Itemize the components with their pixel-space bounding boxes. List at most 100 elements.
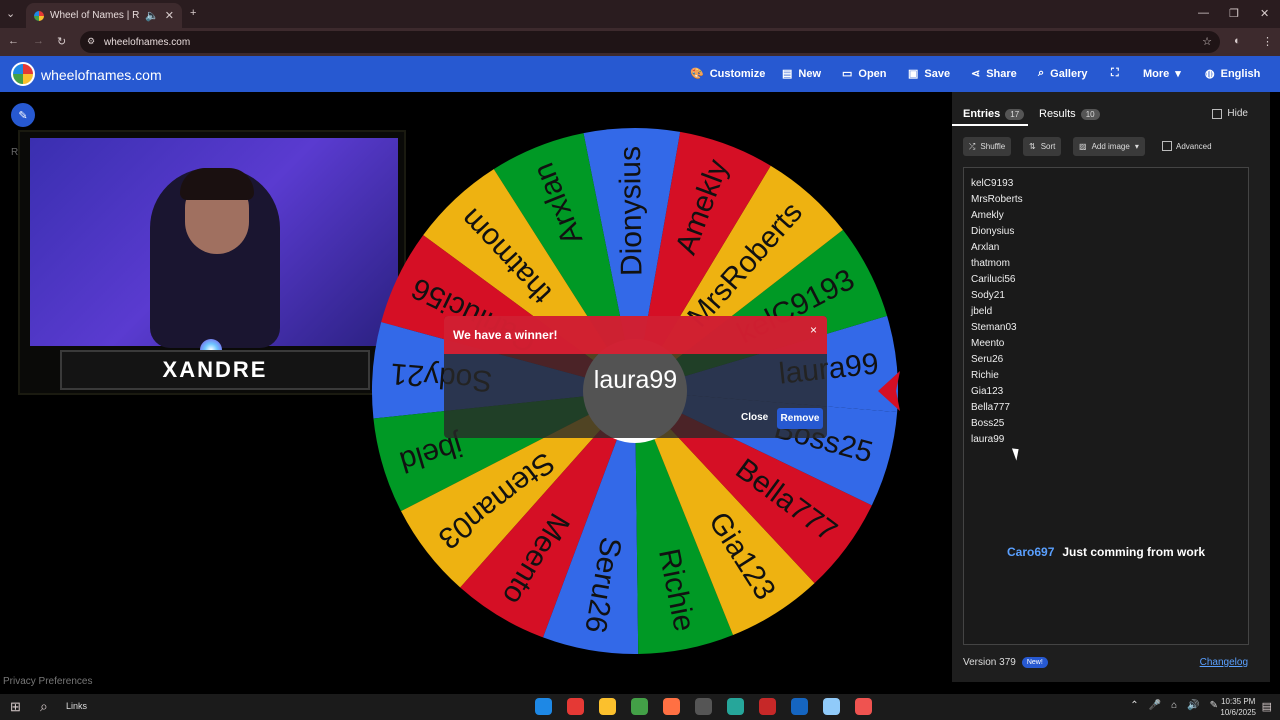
close-button[interactable]: Close — [741, 412, 768, 423]
microphone-icon[interactable]: 🎤 — [1149, 700, 1161, 711]
winner-dialog: We have a winner! × laura99 Close Remove — [444, 316, 827, 438]
nav-open[interactable]: ▭ Open — [842, 67, 887, 81]
entry-line: Bella777 — [971, 402, 1010, 413]
reload-icon[interactable]: ↻ — [57, 35, 66, 48]
sort-button[interactable]: ⇅ Sort — [1023, 137, 1062, 156]
edit-button[interactable]: ✎ — [11, 103, 35, 127]
new-badge: New! — [1021, 657, 1048, 668]
entry-line: Seru26 — [971, 354, 1004, 365]
taskbar-app-icon[interactable] — [727, 698, 744, 715]
nav-label: More — [1143, 67, 1170, 80]
site-name[interactable]: wheelofnames.com — [41, 67, 162, 83]
globe-icon: ◍ — [1205, 68, 1215, 80]
taskbar-app-icon[interactable] — [791, 698, 808, 715]
new-tab-icon[interactable]: + — [190, 7, 196, 19]
pencil-icon: ✎ — [18, 109, 28, 122]
winner-dialog-title: We have a winner! — [453, 328, 558, 342]
taskbar-app-icon[interactable] — [535, 698, 552, 715]
nav-language[interactable]: ◍ English — [1205, 67, 1261, 81]
add-image-button[interactable]: ▨ Add image ▾ — [1073, 137, 1145, 156]
fullscreen-button[interactable]: ⛶ — [1111, 67, 1119, 80]
minimize-icon[interactable]: — — [1198, 7, 1209, 19]
network-icon[interactable]: ⌂ — [1171, 700, 1177, 711]
nav-new[interactable]: ▤ New — [782, 67, 821, 81]
tab-search-icon[interactable]: ⌄ — [6, 7, 15, 20]
share-icon: ⋖ — [971, 68, 981, 80]
tab-entries[interactable]: Entries 17 — [963, 108, 1025, 120]
taskbar-app-icon[interactable] — [855, 698, 872, 715]
nav-label: Share — [986, 67, 1017, 80]
window-close-icon[interactable]: ✕ — [1260, 7, 1269, 20]
taskbar-clock[interactable]: 10:35 PM 10/6/2025 — [1220, 696, 1256, 718]
entry-line: Richie — [971, 370, 999, 381]
browser-tab[interactable]: Wheel of Names | Random 🔈 ✕ — [26, 3, 182, 28]
advanced-toggle[interactable]: Advanced — [1162, 141, 1212, 151]
winner-name: laura99 — [593, 366, 678, 394]
nav-save[interactable]: ▣ Save — [908, 67, 950, 81]
entry-line: kelC9193 — [971, 178, 1014, 189]
site-info-icon[interactable]: ⚙ — [87, 36, 95, 47]
taskbar-app-icon[interactable] — [663, 698, 680, 715]
tab-label: Results — [1039, 108, 1076, 120]
nav-customize[interactable]: 🎨 Customize — [690, 67, 765, 81]
entry-line: laura99 — [971, 434, 1005, 445]
taskbar-app-icon[interactable] — [759, 698, 776, 715]
privacy-preferences-link[interactable]: Privacy Preferences — [3, 676, 92, 687]
audio-icon[interactable]: 🔈 — [145, 9, 159, 22]
shuffle-icon: ⤮ — [969, 141, 976, 151]
taskbar-app-icon[interactable] — [695, 698, 712, 715]
entry-line: Cariluci56 — [971, 274, 1016, 285]
tray-chevron-icon[interactable]: ⌃ — [1130, 700, 1138, 711]
changelog-link[interactable]: Changelog — [1200, 657, 1248, 668]
webcam-overlay: XANDRE — [18, 130, 406, 395]
back-icon[interactable]: ← — [8, 35, 19, 47]
windows-start-icon[interactable]: ⊞ — [10, 699, 21, 715]
entry-line: Gia123 — [971, 386, 1004, 397]
chat-message: Just comming from work — [1062, 545, 1206, 559]
nav-label: English — [1220, 67, 1261, 80]
active-tab-indicator — [952, 124, 1028, 126]
browser-menu-icon[interactable]: ⋮ — [1262, 35, 1273, 48]
search-icon: ⌕ — [1038, 67, 1045, 79]
entry-line: Steman03 — [971, 322, 1017, 333]
restore-icon[interactable]: ❐ — [1229, 7, 1239, 20]
taskbar-app-icon[interactable] — [631, 698, 648, 715]
system-tray: ⌃ 🎤 ⌂ 🔊 ✎ — [1130, 700, 1218, 711]
remove-button[interactable]: Remove — [777, 408, 823, 429]
entries-count-badge: 17 — [1005, 108, 1025, 120]
url-text: wheelofnames.com — [104, 36, 191, 48]
taskbar-search-label[interactable]: Links — [66, 701, 87, 711]
entries-panel: Entries 17 Results 10 Hide ⤮ Shuffle ⇅ Sor… — [952, 92, 1270, 682]
tab-results[interactable]: Results 10 — [1039, 108, 1100, 120]
streamer-hair — [180, 168, 254, 200]
nav-gallery[interactable]: ⌕ Gallery — [1038, 67, 1087, 80]
advanced-checkbox[interactable] — [1162, 141, 1172, 151]
bookmark-star-icon[interactable]: ☆ — [1202, 35, 1212, 48]
nav-share[interactable]: ⋖ Share — [971, 67, 1017, 81]
url-field[interactable]: ⚙ wheelofnames.com ☆ — [80, 31, 1220, 53]
taskbar-search-icon[interactable]: ⌕ — [40, 698, 48, 715]
tab-close-icon[interactable]: ✕ — [165, 9, 174, 22]
volume-icon[interactable]: 🔊 — [1187, 700, 1199, 711]
taskbar-app-icon[interactable] — [823, 698, 840, 715]
entry-line: MrsRoberts — [971, 194, 1023, 205]
save-icon: ▣ — [908, 68, 919, 80]
version-text: Version 379 — [963, 657, 1016, 668]
hide-checkbox[interactable] — [1212, 108, 1223, 119]
pen-icon[interactable]: ✎ — [1210, 700, 1218, 711]
caret-down-icon: ▾ — [1134, 142, 1139, 151]
notifications-icon[interactable]: ▤ — [1262, 700, 1272, 713]
hide-toggle[interactable]: Hide — [1212, 108, 1248, 119]
forward-icon[interactable]: → — [33, 35, 44, 47]
taskbar-app-icon[interactable] — [599, 698, 616, 715]
profile-icon[interactable]: ◐ — [1234, 35, 1241, 47]
shuffle-button[interactable]: ⤮ Shuffle — [963, 137, 1012, 156]
file-icon: ▤ — [782, 68, 793, 80]
dialog-close-icon[interactable]: × — [810, 323, 817, 337]
tab-label: Entries — [963, 108, 1001, 120]
entries-textarea[interactable]: kelC9193 MrsRoberts Amekly Dionysius Arxlan t… — [963, 167, 1249, 645]
taskbar-app-icon[interactable] — [567, 698, 584, 715]
entry-line: Meento — [971, 338, 1005, 349]
site-logo-icon[interactable] — [11, 62, 35, 86]
nav-more[interactable]: More ▾ — [1143, 67, 1181, 81]
